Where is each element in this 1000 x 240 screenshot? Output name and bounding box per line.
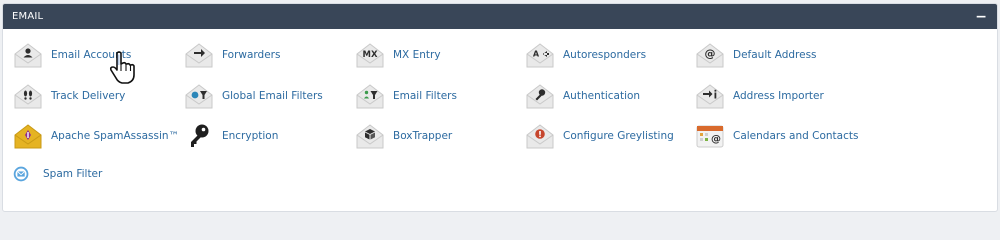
user-envelope-icon (14, 43, 42, 68)
globe-filter-envelope-icon (185, 84, 213, 109)
item-label: Apache SpamAssassin™ (51, 130, 180, 142)
calendars-and-contacts-link[interactable]: @ Calendars and Contacts (695, 122, 858, 150)
svg-text:@: @ (711, 134, 721, 145)
at-envelope-icon: @ (696, 43, 724, 68)
item-label: Global Email Filters (222, 90, 323, 102)
item-label: Email Filters (393, 90, 457, 102)
autoresponders-link[interactable]: A Autoresponders (525, 41, 646, 69)
arrow-right-envelope-icon (185, 43, 213, 68)
item-label: Forwarders (222, 49, 281, 61)
encryption-link[interactable]: Encryption (184, 122, 278, 150)
item-label: Autoresponders (563, 49, 647, 61)
item-label: Configure Greylisting (563, 130, 674, 142)
svg-text:@: @ (705, 47, 716, 60)
calendar-contacts-icon: @ (696, 125, 724, 148)
forwarders-link[interactable]: Forwarders (184, 41, 280, 69)
email-panel-header[interactable]: EMAIL − (3, 4, 997, 29)
svg-text:A: A (533, 50, 540, 59)
email-filters-link[interactable]: Email Filters (355, 82, 457, 110)
filter-envelope-icon (356, 84, 384, 109)
authentication-link[interactable]: Authentication (525, 82, 640, 110)
svg-text:MX: MX (362, 50, 377, 60)
boxtrapper-link[interactable]: BoxTrapper (355, 122, 452, 150)
pointer-hand-cursor-icon (109, 51, 135, 84)
box-envelope-icon (356, 124, 384, 149)
item-label: Track Delivery (51, 90, 126, 102)
autoresponder-envelope-icon: A (526, 43, 554, 68)
global-email-filters-link[interactable]: Global Email Filters (184, 82, 323, 110)
item-label: BoxTrapper (393, 130, 453, 142)
item-label: Address Importer (733, 90, 824, 102)
spam-filter-link[interactable]: Spam Filter (13, 160, 102, 188)
default-address-link[interactable]: @ Default Address (695, 41, 817, 69)
panel-title: EMAIL (12, 11, 44, 22)
key-envelope-icon (526, 84, 554, 109)
track-delivery-link[interactable]: Track Delivery (13, 82, 125, 110)
item-label: Authentication (563, 90, 641, 102)
footprints-envelope-icon (14, 84, 42, 109)
mx-entry-link[interactable]: MX MX Entry (355, 41, 441, 69)
item-label: Encryption (222, 130, 279, 142)
item-label: Default Address (733, 49, 817, 61)
import-envelope-icon (696, 84, 724, 109)
mx-envelope-icon: MX (356, 43, 384, 68)
address-importer-link[interactable]: Address Importer (695, 82, 824, 110)
key-icon (191, 124, 209, 147)
spamassassin-envelope-icon (14, 124, 42, 149)
configure-greylisting-link[interactable]: Configure Greylisting (525, 122, 674, 150)
spam-filter-icon (13, 166, 29, 182)
email-panel: EMAIL − Email Accounts Forwarders MX MX … (2, 3, 998, 212)
item-label: MX Entry (393, 49, 441, 61)
collapse-icon[interactable]: − (975, 10, 987, 24)
item-label: Spam Filter (43, 168, 103, 180)
item-label: Calendars and Contacts (733, 130, 859, 142)
warning-envelope-icon (526, 124, 554, 149)
apache-spamassassin-link[interactable]: Apache SpamAssassin™ (13, 122, 179, 150)
